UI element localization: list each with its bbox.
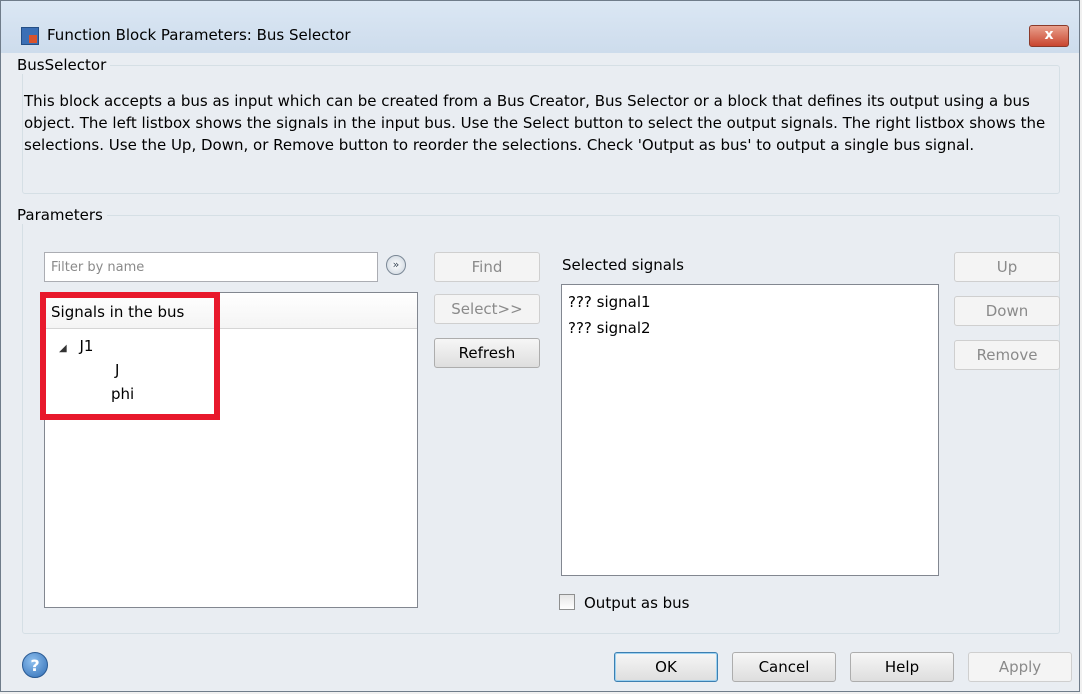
simulink-block-icon [21, 27, 39, 45]
help-icon[interactable]: ? [22, 652, 48, 678]
bus-selector-legend: BusSelector [17, 56, 107, 74]
ok-button[interactable]: OK [614, 652, 718, 682]
selected-signals-label: Selected signals [562, 256, 684, 274]
filter-input[interactable] [44, 252, 378, 282]
selected-item-signal1[interactable]: ??? signal1 [568, 293, 651, 311]
up-button[interactable]: Up [954, 252, 1060, 282]
apply-button[interactable]: Apply [968, 652, 1072, 682]
double-chevron-down-icon[interactable]: » [386, 255, 406, 275]
down-button[interactable]: Down [954, 296, 1060, 326]
cancel-button[interactable]: Cancel [732, 652, 836, 682]
find-button[interactable]: Find [434, 252, 540, 282]
window-title: Function Block Parameters: Bus Selector [47, 26, 351, 44]
remove-button[interactable]: Remove [954, 340, 1060, 370]
selected-item-signal2[interactable]: ??? signal2 [568, 319, 651, 337]
output-as-bus-checkbox[interactable] [559, 594, 575, 610]
help-button[interactable]: Help [850, 652, 954, 682]
select-button[interactable]: Select>> [434, 294, 540, 324]
close-button[interactable]: x [1029, 25, 1069, 47]
parameters-legend: Parameters [17, 206, 103, 224]
selected-signals-list[interactable]: ??? signal1 ??? signal2 [561, 284, 939, 576]
title-bar: Function Block Parameters: Bus Selector … [1, 1, 1079, 53]
block-description: This block accepts a bus as input which … [24, 92, 1046, 154]
refresh-button[interactable]: Refresh [434, 338, 540, 368]
output-as-bus-label[interactable]: Output as bus [584, 594, 690, 612]
highlight-annotation-box [40, 292, 220, 420]
